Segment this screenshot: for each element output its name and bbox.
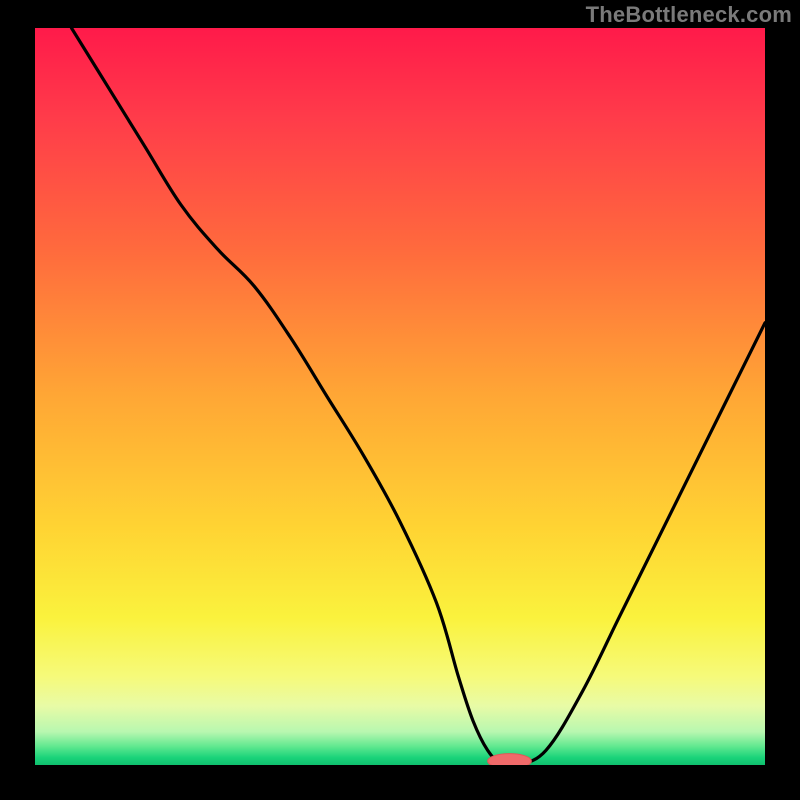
chart-container: TheBottleneck.com — [0, 0, 800, 800]
bottleneck-curve — [72, 28, 766, 765]
curve-layer — [35, 28, 765, 765]
watermark-text: TheBottleneck.com — [586, 2, 792, 28]
plot-area — [35, 28, 765, 765]
minimum-marker — [488, 754, 532, 765]
